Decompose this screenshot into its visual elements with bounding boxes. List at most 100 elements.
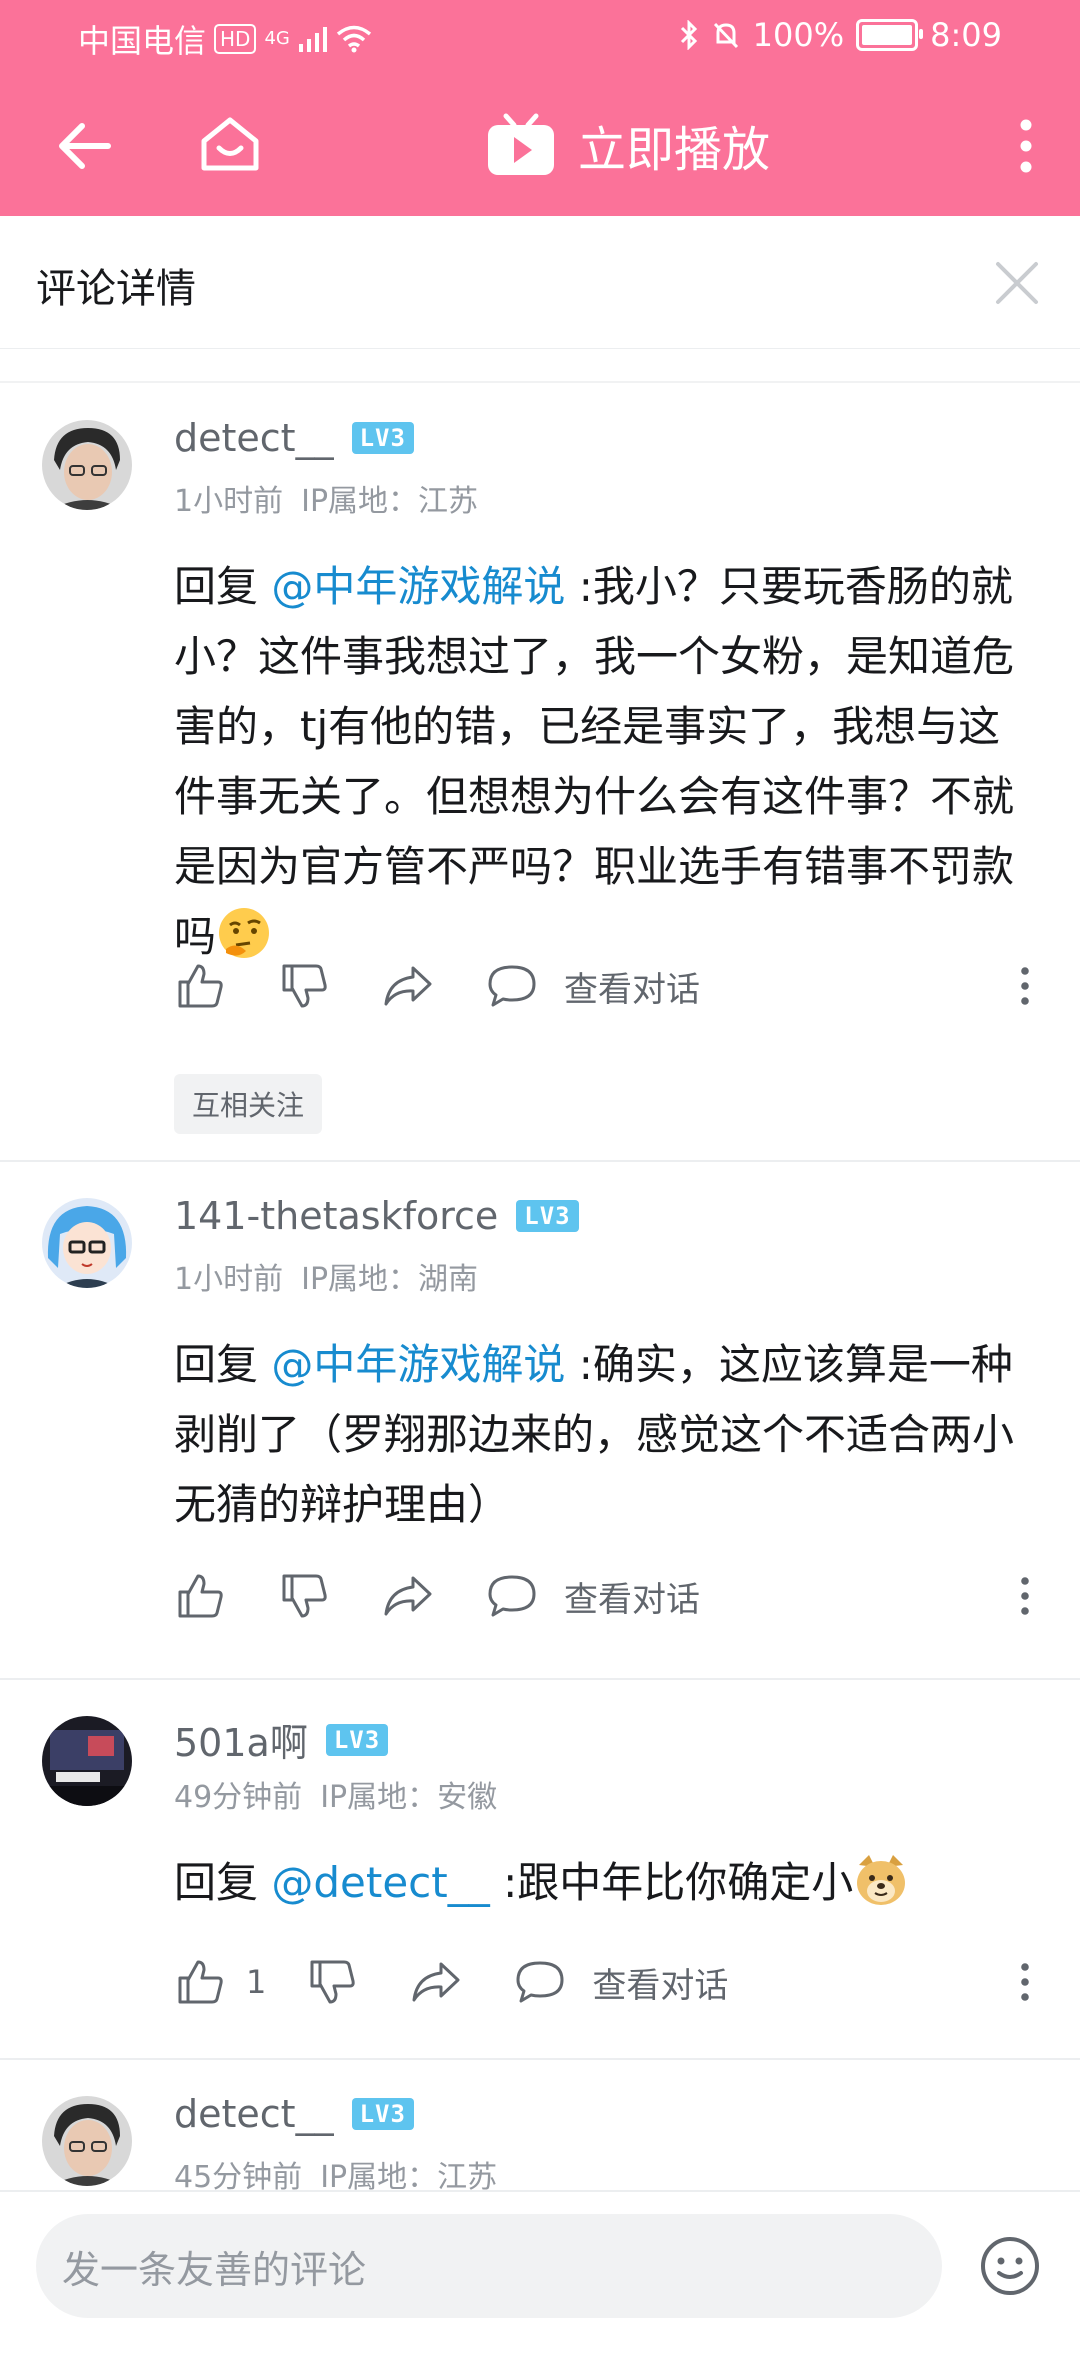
thumbs-down-icon: [282, 1574, 327, 1618]
comment-more-button[interactable]: [1010, 956, 1040, 1016]
home-face-icon: [201, 117, 259, 171]
avatar[interactable]: [42, 2096, 132, 2186]
like-count: 1: [246, 1963, 267, 2001]
share-button[interactable]: [382, 1570, 434, 1622]
comment-meta: 1小时前 IP属地：湖南: [174, 1254, 478, 1298]
ip-location: IP属地：安徽: [320, 1780, 498, 1815]
like-button[interactable]: [174, 1570, 226, 1622]
reply-prefix: 回复: [174, 1858, 259, 1907]
reply-prefix: 回复: [174, 562, 259, 611]
dislike-button[interactable]: [278, 960, 330, 1012]
page-title: 评论详情: [36, 266, 196, 312]
comment-item: 141-thetaskforce LV3 1小时前 IP属地：湖南 回复 @中年游…: [0, 1162, 1080, 1680]
like-button[interactable]: [174, 1956, 226, 2008]
mute-bell-icon: [713, 22, 738, 49]
username[interactable]: detect__: [174, 416, 334, 460]
comment-input-placeholder: 发一条友善的评论: [62, 2247, 367, 2292]
share-arrow-icon: [384, 966, 432, 1006]
comment-more-button[interactable]: [1010, 1566, 1040, 1626]
more-vertical-icon: [1021, 967, 1029, 1005]
username[interactable]: 501a啊: [174, 1712, 308, 1767]
hd-badge: HD: [214, 24, 257, 54]
like-button[interactable]: [174, 960, 226, 1012]
share-button[interactable]: [382, 960, 434, 1012]
back-button[interactable]: [46, 108, 122, 184]
username[interactable]: 141-thetaskforce: [174, 1194, 498, 1238]
home-button[interactable]: [190, 104, 270, 184]
reply-button[interactable]: [486, 1570, 538, 1622]
level-badge: LV3: [351, 2098, 414, 2130]
tv-play-icon: [488, 113, 554, 175]
chat-bubble-icon: [488, 1575, 536, 1617]
comment-input-bar: 发一条友善的评论: [0, 2190, 1080, 2342]
comment-time: 49分钟前: [174, 1780, 303, 1815]
mutual-follow-badge: 互相关注: [174, 1074, 323, 1134]
reply-prefix: 回复: [174, 1340, 259, 1389]
comment-item: 501a啊 LV3 49分钟前 IP属地：安徽 回复 @detect__ :跟中年…: [0, 1680, 1080, 2060]
comment-more-button[interactable]: [1010, 1952, 1040, 2012]
level-badge: LV3: [351, 422, 414, 454]
chat-bubble-icon: [488, 965, 536, 1007]
more-vertical-icon: [1021, 1577, 1029, 1615]
comment-item: detect__ LV3 1小时前 IP属地：江苏 回复 @中年游戏解说 :我小？…: [0, 384, 1080, 1162]
dislike-button[interactable]: [278, 1570, 330, 1622]
comment-actions: 1 查看对话: [174, 1952, 728, 2012]
doge-emoji: [857, 1855, 906, 1905]
thumbs-up-icon: [178, 964, 223, 1008]
comment-time: 1小时前: [174, 1262, 284, 1297]
share-button[interactable]: [410, 1956, 462, 2008]
carrier-label: 中国电信: [78, 22, 207, 60]
play-now-button[interactable]: 立即播放: [486, 100, 770, 190]
comment-text: 回复 @中年游戏解说 :确实，这应该算是一种剥削了（罗翔那边来的，感觉这个不适合…: [174, 1330, 1034, 1540]
ip-location: IP属地：湖南: [301, 1262, 479, 1297]
mention-link[interactable]: @detect__: [271, 1858, 489, 1907]
share-arrow-icon: [384, 1576, 432, 1616]
bluetooth-icon: [680, 20, 697, 50]
share-arrow-icon: [412, 1962, 460, 2002]
top-bar: 中国电信 HD 4G 100% 8:09 立即播放: [0, 0, 1080, 216]
divider: [0, 349, 1080, 383]
arrow-left-icon: [59, 123, 111, 169]
view-conversation-link[interactable]: 查看对话: [592, 1958, 728, 2007]
avatar[interactable]: [42, 1716, 132, 1806]
username[interactable]: detect__: [174, 2092, 334, 2136]
mention-link[interactable]: @中年游戏解说: [271, 562, 565, 611]
reply-button[interactable]: [514, 1956, 566, 2008]
comment-body: :跟中年比你确定小: [503, 1858, 854, 1907]
smiley-icon: [981, 2237, 1039, 2295]
comment-actions: 查看对话: [174, 1566, 700, 1626]
comment-meta: 1小时前 IP属地：江苏: [174, 476, 478, 520]
comment-text: 回复 @中年游戏解说 :我小？只要玩香肠的就小？这件事我想过了，我一个女粉，是知…: [174, 552, 1034, 972]
close-icon: [996, 262, 1038, 304]
comment-meta: 49分钟前 IP属地：安徽: [174, 1772, 497, 1816]
comment-list: detect__ LV3 1小时前 IP属地：江苏 回复 @中年游戏解说 :我小？…: [0, 384, 1080, 2360]
app-bar: 立即播放: [0, 76, 1080, 216]
more-options-button[interactable]: [996, 104, 1056, 188]
dislike-button[interactable]: [306, 1956, 358, 2008]
view-conversation-link[interactable]: 查看对话: [564, 1572, 700, 1621]
status-bar: 中国电信 HD 4G 100% 8:09: [0, 0, 1080, 76]
play-now-label: 立即播放: [578, 122, 771, 178]
thumbs-down-icon: [310, 1960, 356, 2004]
network-type: 4G: [264, 28, 290, 49]
view-conversation-link[interactable]: 查看对话: [564, 962, 700, 1011]
comment-detail-header: 评论详情: [0, 216, 1080, 349]
battery-icon: [856, 19, 924, 51]
level-badge: LV3: [325, 1723, 389, 1756]
comment-input[interactable]: 发一条友善的评论: [36, 2214, 942, 2318]
chat-bubble-icon: [516, 1961, 564, 2003]
level-badge: LV3: [516, 1200, 579, 1232]
signal-icon: [298, 27, 327, 52]
more-vertical-icon: [1021, 1963, 1029, 2001]
mention-link[interactable]: @中年游戏解说: [271, 1340, 565, 1389]
avatar[interactable]: [42, 1198, 132, 1288]
comment-body: :我小？只要玩香肠的就小？这件事我想过了，我一个女粉，是知道危害的，tj有他的错…: [174, 562, 1015, 961]
comment-actions: 查看对话: [174, 956, 700, 1016]
comment-text: 回复 @detect__ :跟中年比你确定小: [174, 1848, 1034, 1918]
reply-button[interactable]: [486, 960, 538, 1012]
avatar[interactable]: [42, 420, 132, 510]
thumbs-up-icon: [178, 1574, 223, 1618]
close-button[interactable]: [984, 250, 1050, 316]
emoji-button[interactable]: [976, 2232, 1044, 2300]
thumbs-down-icon: [282, 964, 327, 1008]
